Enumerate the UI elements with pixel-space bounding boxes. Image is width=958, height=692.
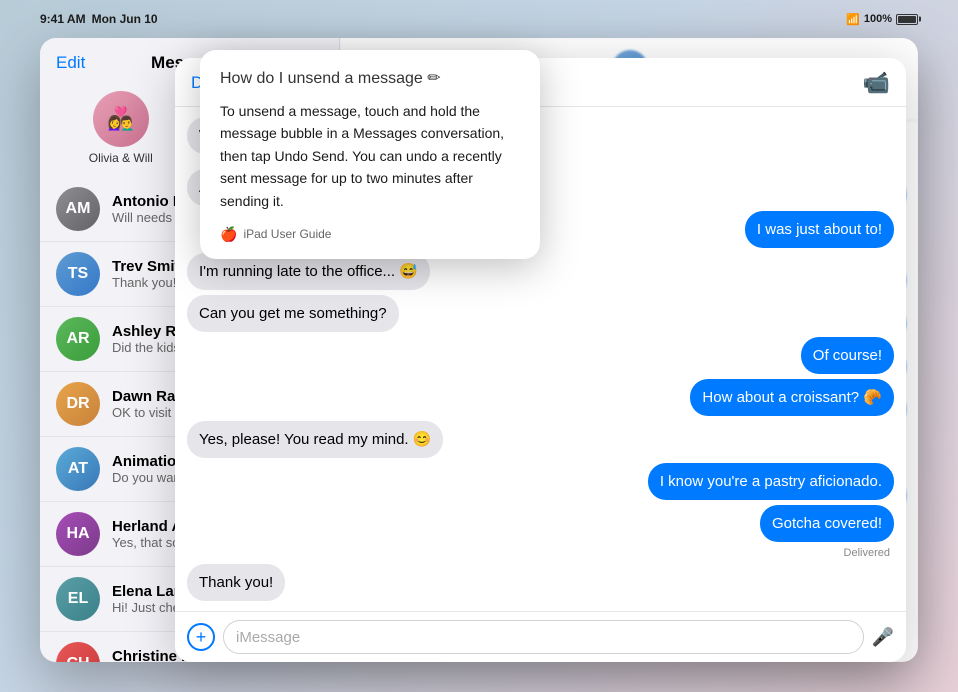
battery-fill <box>898 16 916 23</box>
wifi-icon: 📶 <box>846 13 860 26</box>
microphone-icon[interactable]: 🎤 <box>872 627 894 648</box>
message-input[interactable]: iMessage <box>223 620 864 654</box>
popup-query-text: How do I unsend a message ✏ <box>220 68 441 88</box>
popup-answer: To unsend a message, touch and hold the … <box>220 100 520 212</box>
status-bar-left: 9:41 AM Mon Jun 10 <box>40 12 158 26</box>
avatar: AM <box>56 187 100 231</box>
edit-button[interactable]: Edit <box>56 53 85 73</box>
avatar-olivia: 👩‍❤️‍👨 <box>93 91 149 147</box>
message-row: Of course! <box>187 337 894 374</box>
avatar: CH <box>56 642 100 662</box>
message-input-bar: + iMessage 🎤 <box>175 611 906 662</box>
incoming-bubble: Can you get me something? <box>187 295 399 332</box>
plus-button[interactable]: + <box>187 623 215 651</box>
avatar: HA <box>56 512 100 556</box>
message-row: I know you're a pastry aficionado. <box>187 463 894 500</box>
battery-icon <box>896 14 918 25</box>
popup-card: How do I unsend a message ✏ To unsend a … <box>200 50 540 259</box>
status-bar: 9:41 AM Mon Jun 10 📶 100% <box>40 8 918 30</box>
outgoing-bubble: How about a croissant? 🥐 <box>690 379 894 416</box>
message-row: Gotcha covered! <box>187 505 894 542</box>
popup-source: 🍎 iPad User Guide <box>220 226 520 243</box>
avatar: DR <box>56 382 100 426</box>
avatar: AR <box>56 317 100 361</box>
chat-modal-video-icon[interactable]: 📹 <box>863 70 890 96</box>
message-row: Yes, please! You read my mind. 😊 <box>187 421 894 458</box>
message-row: Thank you! <box>187 564 894 601</box>
battery-percentage: 100% <box>864 13 892 25</box>
delivered-label: Delivered <box>187 547 894 559</box>
avatar: EL <box>56 577 100 621</box>
outgoing-bubble: I was just about to! <box>745 211 894 248</box>
outgoing-bubble: Of course! <box>801 337 894 374</box>
popup-source-label: iPad User Guide <box>243 227 331 241</box>
avatar: AT <box>56 447 100 491</box>
status-time: 9:41 AM <box>40 12 86 26</box>
status-date: Mon Jun 10 <box>92 12 158 26</box>
message-row: How about a croissant? 🥐 <box>187 379 894 416</box>
avatar: TS <box>56 252 100 296</box>
status-bar-right: 📶 100% <box>846 13 918 26</box>
apple-logo-icon: 🍎 <box>220 226 237 243</box>
incoming-bubble: Yes, please! You read my mind. 😊 <box>187 421 443 458</box>
outgoing-bubble: I know you're a pastry aficionado. <box>648 463 894 500</box>
pinned-contact-olivia[interactable]: 👩‍❤️‍👨 Olivia & Will <box>89 91 153 165</box>
popup-query: How do I unsend a message ✏ <box>220 68 520 88</box>
message-row: Can you get me something? <box>187 295 894 332</box>
incoming-bubble: Thank you! <box>187 564 285 601</box>
outgoing-bubble: Gotcha covered! <box>760 505 894 542</box>
pinned-name-olivia: Olivia & Will <box>89 151 153 165</box>
input-placeholder: iMessage <box>236 629 300 646</box>
